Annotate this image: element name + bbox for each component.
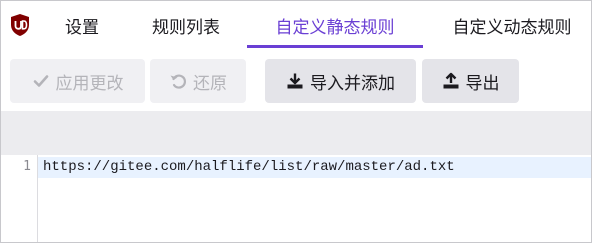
editor-header-band (1, 111, 591, 155)
code-line[interactable]: https://gitee.com/halflife/list/raw/mast… (43, 159, 455, 175)
tab-filter-lists[interactable]: 规则列表 (133, 1, 239, 49)
revert-button[interactable]: 还原 (150, 59, 246, 103)
dashboard-window: 设置 规则列表 自定义静态规则 自定义动态规则 应用更改 还原 导入并添加 导出… (0, 0, 592, 243)
active-tab-indicator (247, 45, 423, 48)
tab-settings[interactable]: 设置 (49, 1, 115, 49)
tab-my-rules[interactable]: 自定义动态规则 (433, 1, 591, 49)
import-append-button[interactable]: 导入并添加 (265, 59, 416, 103)
ublock-origin-logo (11, 14, 29, 36)
import-icon (287, 73, 303, 89)
tab-bar: 设置 规则列表 自定义静态规则 自定义动态规则 (1, 1, 591, 50)
line-number: 1 (23, 159, 31, 174)
export-label: 导出 (465, 73, 500, 94)
import-append-label: 导入并添加 (310, 73, 395, 94)
toolbar: 应用更改 还原 导入并添加 导出 (1, 49, 591, 111)
apply-changes-button[interactable]: 应用更改 (10, 59, 145, 103)
check-icon (33, 75, 48, 87)
export-icon (443, 72, 458, 89)
tab-my-filters[interactable]: 自定义静态规则 (247, 1, 423, 49)
undo-icon (170, 74, 186, 89)
line-number-gutter: 1 (1, 155, 38, 242)
filter-editor[interactable]: 1 https://gitee.com/halflife/list/raw/ma… (1, 155, 591, 242)
export-button[interactable]: 导出 (422, 59, 519, 103)
revert-label: 还原 (193, 73, 227, 94)
apply-changes-label: 应用更改 (55, 73, 124, 94)
